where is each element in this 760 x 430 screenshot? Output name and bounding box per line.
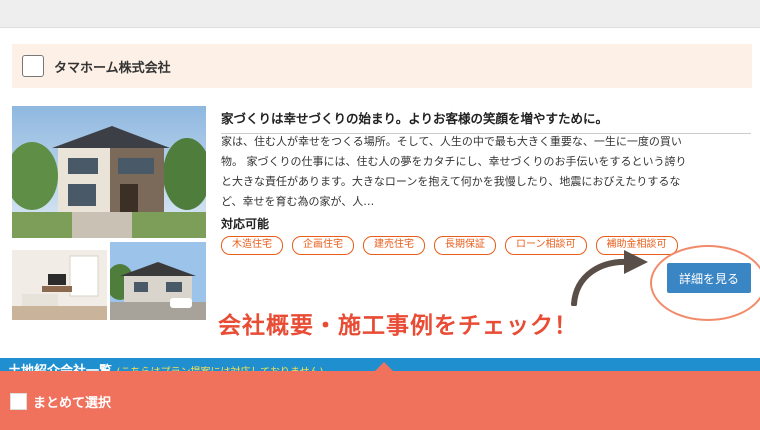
description-line: ど、幸せを育む為の家が、人… [221, 195, 375, 208]
detail-button[interactable]: 詳細を見る [667, 263, 751, 293]
listing-headline: 家づくりは幸せづくりの始まり。よりお客様の笑顔を増やすために。 [221, 108, 751, 134]
curved-arrow-icon [571, 250, 648, 306]
annotation-text: 会社概要・施工事例をチェック！ [218, 313, 578, 339]
select-all-label[interactable]: まとめて選択 [33, 392, 111, 411]
feature-tag: 建売住宅 [363, 236, 425, 255]
available-label: 対応可能 [221, 217, 270, 231]
house-exterior-photo [12, 106, 206, 238]
interior-photo [12, 242, 107, 320]
feature-tag: 長期保証 [434, 236, 496, 255]
feature-tag: 木造住宅 [221, 236, 283, 255]
description-line: 物。 家づくりの仕事には、住む人の夢をカタチにし、幸せづくりのお手伝いをするとい… [221, 155, 687, 168]
bottom-select-bar: まとめて選択 [0, 371, 760, 430]
listing-description: 家は、住む人が幸せをつくる場所。そして、人生の中で最も大きく重要な、一生に一度の… [221, 132, 755, 212]
company-name: タマホーム株式会社 [54, 60, 171, 76]
description-line: と大きな責任があります。大きなローンを抱えて何かを我慢したり、地震におびえたりす… [221, 175, 681, 188]
company-checkbox[interactable] [22, 55, 44, 77]
select-all-checkbox[interactable] [10, 393, 27, 410]
neighborhood-photo [110, 242, 206, 320]
top-strip [0, 0, 760, 28]
company-header: タマホーム株式会社 [12, 44, 752, 88]
feature-tag: 企画住宅 [292, 236, 354, 255]
description-line: 家は、住む人が幸せをつくる場所。そして、人生の中で最も大きく重要な、一生に一度の… [221, 135, 682, 148]
